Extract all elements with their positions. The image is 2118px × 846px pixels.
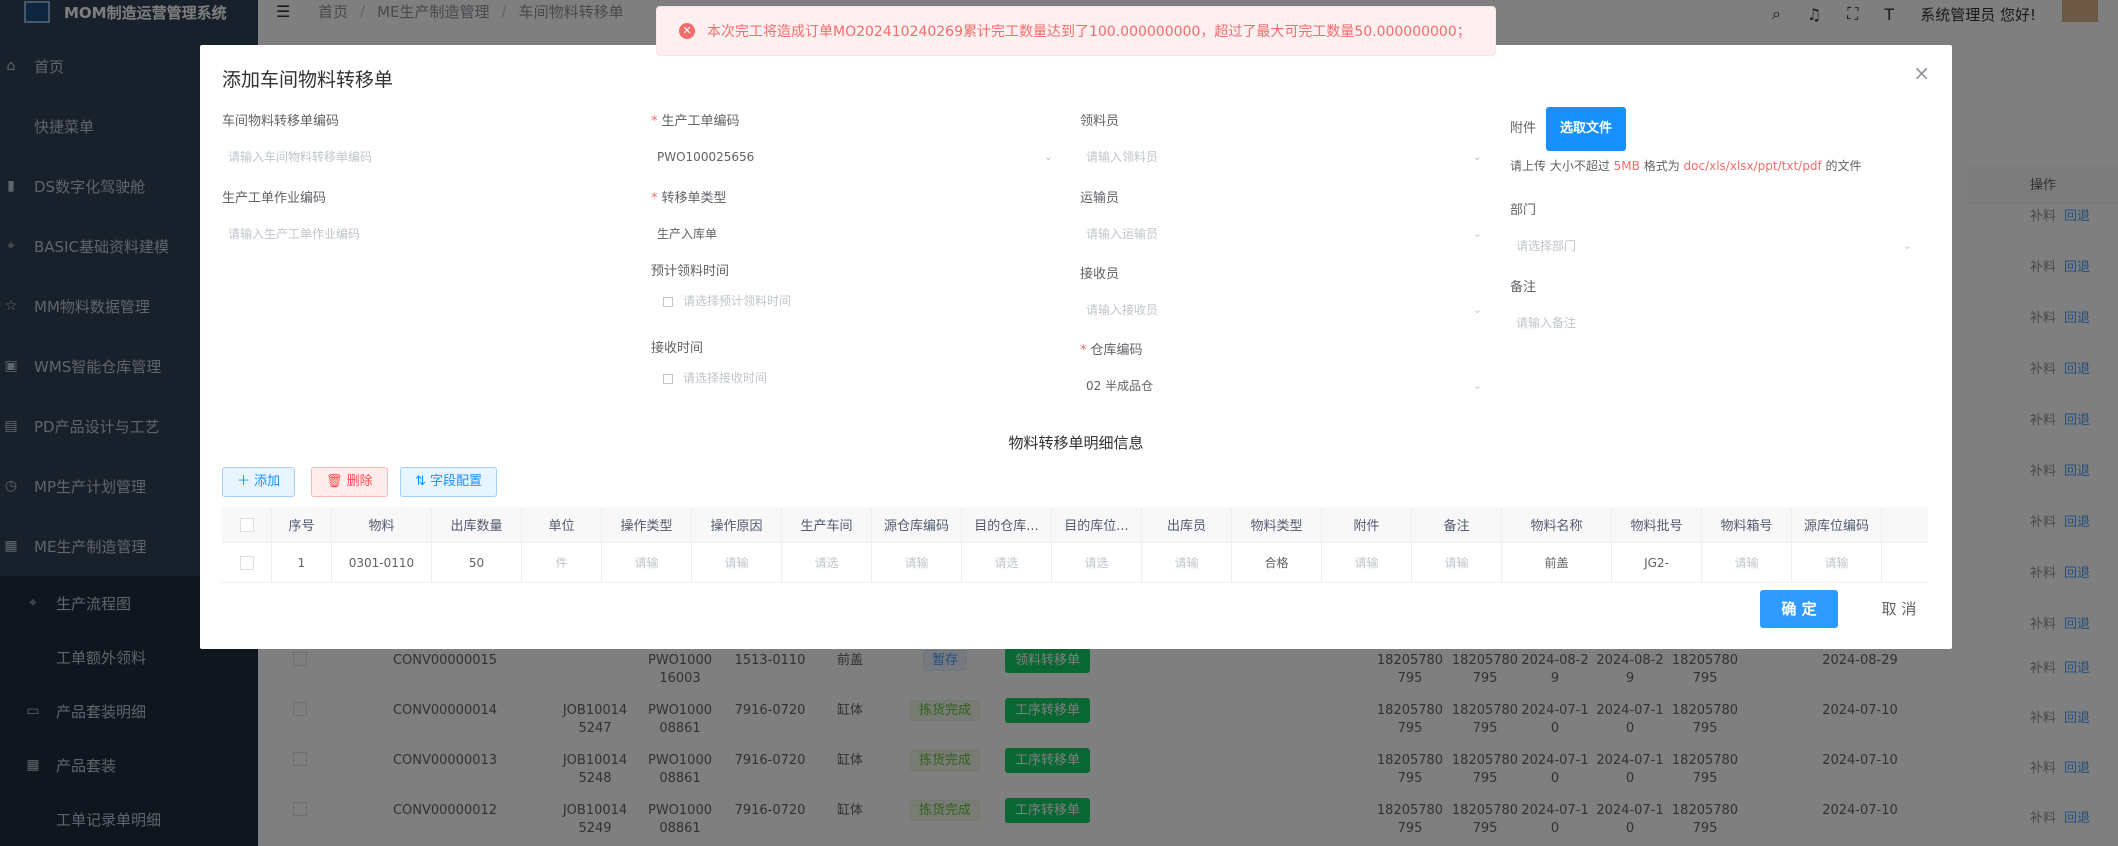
delete-row-button[interactable]: 🗑 删除 — [311, 467, 388, 497]
col-header-17: 物料箱号 — [1702, 507, 1792, 542]
field-transporter: 运输员 请输入运输员 ⌄ — [1080, 189, 1490, 249]
dialog-title: 添加车间物料转移单 — [222, 69, 394, 91]
chevron-down-icon: ⌄ — [1472, 227, 1482, 240]
row-checkbox[interactable] — [239, 555, 254, 570]
col-header-10: 目的库位... — [1052, 507, 1142, 542]
detail-section-title: 物料转移单明细信息 — [1008, 434, 1144, 452]
chevron-down-icon: ⌄ — [1043, 150, 1053, 163]
transfer-type-select[interactable]: 生产入库单 — [651, 219, 1061, 249]
warehouse-select[interactable]: 02 半成品仓 ⌄ — [1080, 371, 1490, 401]
col-header-8: 源仓库编码 — [872, 507, 962, 542]
field-attachment: 附件 选取文件 请上传 大小不超过 5MB 格式为 doc/xls/xlsx/pp… — [1510, 107, 1920, 174]
col-header-15: 物料名称 — [1502, 507, 1612, 542]
cell-13[interactable]: 请输 — [1322, 543, 1412, 582]
chevron-down-icon: ⌄ — [1472, 150, 1482, 163]
col-header-2: 物料 — [332, 507, 432, 542]
col-header-9: 目的仓库... — [962, 507, 1052, 542]
transporter-select[interactable]: 请输入运输员 ⌄ — [1080, 219, 1490, 249]
plan-time-picker[interactable]: 请选择预计领料时间 — [651, 286, 1061, 316]
col-header-11: 出库员 — [1142, 507, 1232, 542]
field-receive-time: 接收时间 请选择接收时间 — [651, 339, 1061, 393]
cell-7[interactable]: 请选 — [782, 543, 872, 582]
cell-8[interactable]: 请输 — [872, 543, 962, 582]
chevron-down-icon: ⌄ — [1472, 303, 1482, 316]
col-header-16: 物料批号 — [1612, 507, 1702, 542]
error-message: 本次完工将造成订单MO202410240269累计完工数量达到了100.0000… — [707, 24, 1471, 40]
field-plan-time: 预计领料时间 请选择预计领料时间 — [651, 262, 1061, 316]
cell-11[interactable]: 请输 — [1142, 543, 1232, 582]
remark-input[interactable]: 请输入备注 — [1510, 308, 1920, 338]
chevron-down-icon: ⌄ — [1902, 239, 1912, 252]
add-row-button[interactable]: ＋ 添加 — [222, 467, 296, 497]
detail-table-header: 序号 物料 出库数量 单位 操作类型 操作原因 生产车间 源仓库编码 目的仓库... 目的库位..… — [222, 507, 1928, 543]
error-toast: ✕ 本次完工将造成订单MO202410240269累计完工数量达到了100.00… — [656, 6, 1496, 56]
cell-5[interactable]: 请输 — [602, 543, 692, 582]
cell-9[interactable]: 请选 — [962, 543, 1052, 582]
wo-code-select[interactable]: PWO100025656 ⌄ — [651, 142, 1061, 172]
receive-time-picker[interactable]: 请选择接收时间 — [651, 363, 1061, 393]
calendar-icon — [663, 296, 673, 307]
field-transfer-code: 车间物料转移单编码 请输入车间物料转移单编码 — [222, 112, 632, 172]
transfer-code-input[interactable]: 请输入车间物料转移单编码 — [222, 142, 632, 172]
col-header-12: 物料类型 — [1232, 507, 1322, 542]
add-transfer-dialog: 添加车间物料转移单 × 车间物料转移单编码 请输入车间物料转移单编码 生产工单作… — [200, 45, 1952, 649]
col-header-3: 出库数量 — [432, 507, 522, 542]
cell-18[interactable]: 请输 — [1792, 543, 1882, 582]
cell-0[interactable] — [222, 543, 272, 582]
picker-select[interactable]: 请输入领料员 ⌄ — [1080, 142, 1490, 172]
col-header-7: 生产车间 — [782, 507, 872, 542]
select-file-button[interactable]: 选取文件 — [1546, 107, 1627, 151]
error-icon: ✕ — [679, 23, 695, 39]
calendar-icon — [663, 373, 673, 384]
cell-15[interactable]: 前盖 — [1502, 543, 1612, 582]
confirm-button[interactable]: 确 定 — [1760, 590, 1838, 628]
table-row: 1 0301-0110 50 件请输 请输 请选 请输 请选 请选 请输 合格 请输 请输 前盖 JG2- 请… — [222, 543, 1928, 583]
trash-icon: 🗑 — [326, 474, 343, 489]
wo-op-code-input[interactable]: 请输入生产工单作业编码 — [222, 219, 632, 249]
cell-3[interactable]: 50 — [432, 543, 522, 582]
col-header-4: 单位 — [522, 507, 602, 542]
cell-10[interactable]: 请选 — [1052, 543, 1142, 582]
close-icon[interactable]: × — [1913, 61, 1930, 85]
field-wo-code: * 生产工单编码 PWO100025656 ⌄ — [651, 112, 1061, 172]
field-dept: 部门 请选择部门 ⌄ — [1510, 201, 1920, 261]
field-wo-op-code: 生产工单作业编码 请输入生产工单作业编码 — [222, 189, 632, 249]
field-warehouse: * 仓库编码 02 半成品仓 ⌄ — [1080, 341, 1490, 401]
col-header-5: 操作类型 — [602, 507, 692, 542]
cell-4[interactable]: 件 — [522, 543, 602, 582]
col-header-18: 源库位编码 — [1792, 507, 1882, 542]
field-receiver: 接收员 请输入接收员 ⌄ — [1080, 265, 1490, 325]
cell-6[interactable]: 请输 — [692, 543, 782, 582]
cell-17[interactable]: 请输 — [1702, 543, 1792, 582]
field-picker: 领料员 请输入领料员 ⌄ — [1080, 112, 1490, 172]
dept-select[interactable]: 请选择部门 ⌄ — [1510, 231, 1920, 261]
col-header-13: 附件 — [1322, 507, 1412, 542]
cell-12[interactable]: 合格 — [1232, 543, 1322, 582]
col-header-1: 序号 — [272, 507, 332, 542]
cell-14[interactable]: 请输 — [1412, 543, 1502, 582]
cell-2[interactable]: 0301-0110 — [332, 543, 432, 582]
select-all-checkbox[interactable] — [239, 517, 254, 532]
chevron-down-icon: ⌄ — [1472, 379, 1482, 392]
field-config-button[interactable]: ⇅ 字段配置 — [400, 467, 498, 497]
cancel-button[interactable]: 取 消 — [1860, 590, 1938, 628]
sliders-icon: ⇅ — [415, 474, 426, 489]
cell-1[interactable]: 1 — [272, 543, 332, 582]
field-remark: 备注 请输入备注 — [1510, 278, 1920, 338]
col-header-14: 备注 — [1412, 507, 1502, 542]
col-header-0[interactable] — [222, 507, 272, 542]
upload-hint: 请上传 大小不超过 5MB 格式为 doc/xls/xlsx/ppt/txt/p… — [1510, 159, 1862, 173]
cell-16[interactable]: JG2- — [1612, 543, 1702, 582]
receiver-select[interactable]: 请输入接收员 ⌄ — [1080, 295, 1490, 325]
field-transfer-type: * 转移单类型 生产入库单 — [651, 189, 1061, 249]
col-header-6: 操作原因 — [692, 507, 782, 542]
